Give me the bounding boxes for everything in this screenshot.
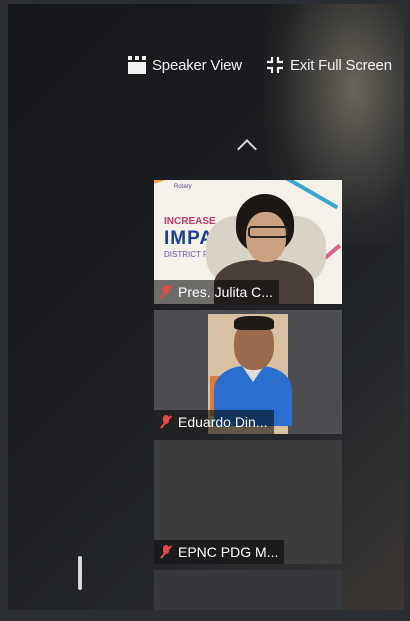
participant-tile[interactable]: Eduardo Din...: [154, 310, 342, 434]
participant-name: Pres. Julita C...: [178, 284, 273, 300]
poster-text-increase: INCREASE: [164, 216, 216, 227]
participant-name: EPNC PDG M...: [178, 544, 279, 560]
scroll-handle[interactable]: [78, 556, 82, 590]
chevron-up-icon[interactable]: [237, 139, 257, 159]
exit-fullscreen-icon: [266, 56, 284, 74]
exit-fullscreen-button[interactable]: Exit Full Screen: [266, 56, 392, 74]
participant-tile[interactable]: [154, 570, 342, 610]
zoom-meeting-window: Speaker View Exit Full Screen Rotary INC…: [8, 4, 404, 610]
participant-name: Eduardo Din...: [178, 414, 268, 430]
participant-tile[interactable]: EPNC PDG M...: [154, 440, 342, 564]
exit-fullscreen-label: Exit Full Screen: [290, 56, 392, 74]
participant-video: [234, 316, 274, 330]
grid-icon: [128, 56, 146, 74]
participant-video: [248, 226, 288, 238]
speaker-view-label: Speaker View: [152, 56, 242, 74]
speaker-view-button[interactable]: Speaker View: [128, 56, 242, 74]
microphone-muted-icon: [160, 545, 172, 559]
participant-name-bar: EPNC PDG M...: [154, 540, 285, 564]
microphone-muted-icon: [160, 285, 172, 299]
participant-name-bar: Pres. Julita C...: [154, 280, 279, 304]
rotary-logo: Rotary: [174, 184, 192, 190]
microphone-muted-icon: [160, 415, 172, 429]
participant-name-bar: Eduardo Din...: [154, 410, 274, 434]
participant-tile[interactable]: Rotary INCREASE IMPACT DISTRICT PUBLIC I…: [154, 180, 342, 304]
